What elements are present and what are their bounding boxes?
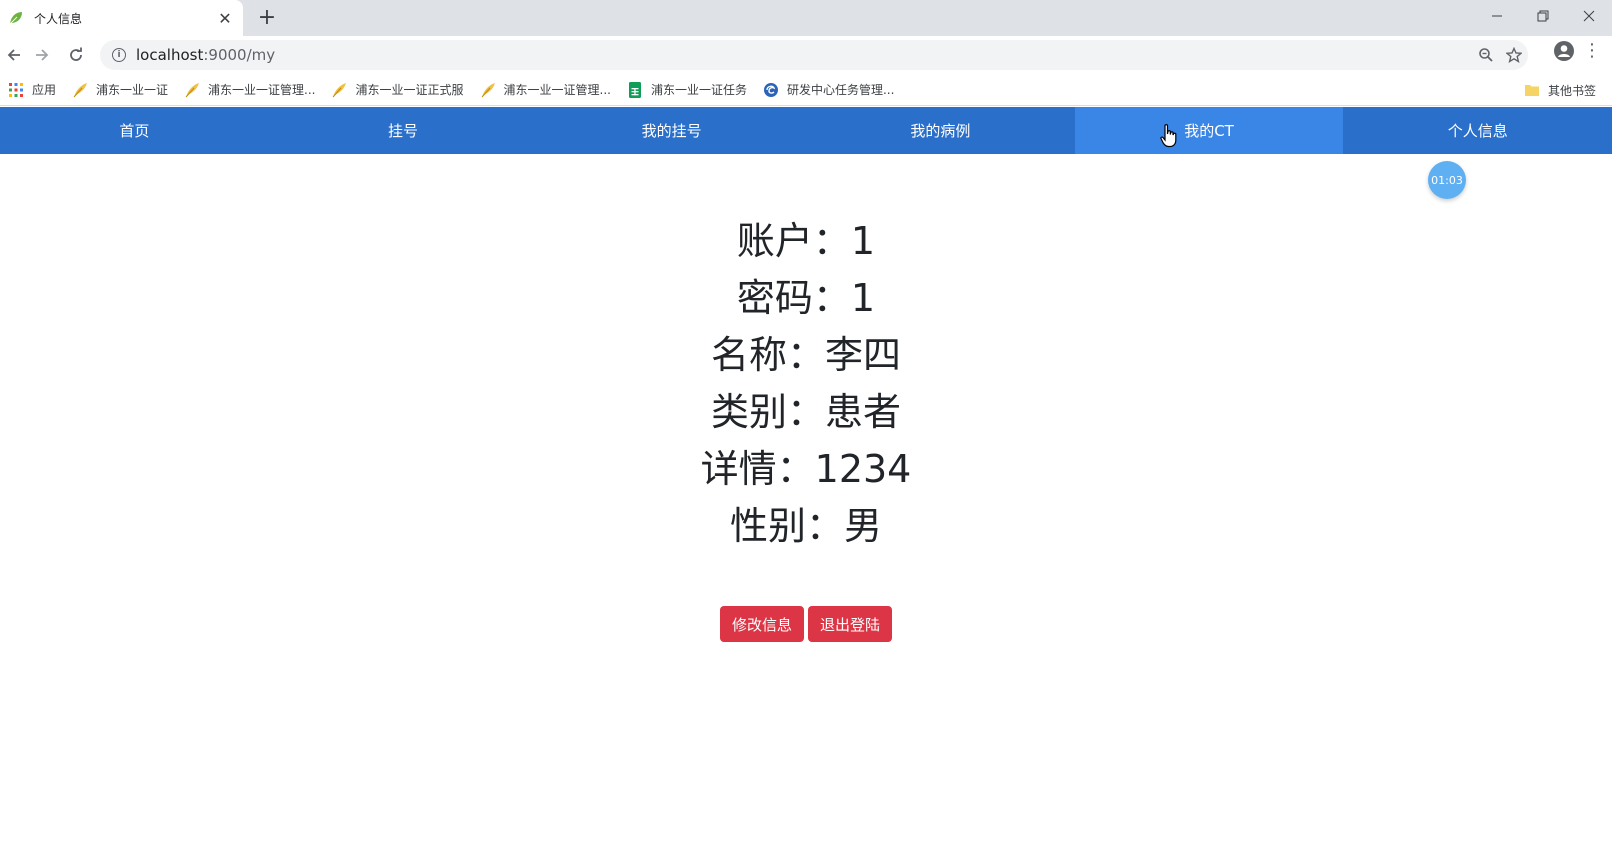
feather-icon [480,82,496,98]
password-value: 1 [850,276,876,320]
bookmark-label: 研发中心任务管理... [786,83,895,97]
browser-toolbar: i localhost:9000/my ⋮ [0,36,1612,74]
window-close-icon[interactable] [1566,0,1612,32]
sheet-icon [627,81,643,98]
feather-icon [72,82,88,98]
bookmarks-bar: 应用 浦东一业一证 浦东一业一证管理... 浦东一业一证正式服 浦东一业一证管理… [0,74,1612,106]
type-row: 类别：患者 [0,384,1612,441]
window-controls [1474,0,1612,32]
info-icon[interactable]: i [112,48,126,62]
toolbar-right: ⋮ [1554,40,1604,61]
other-bookmarks-label: 其他书签 [1547,83,1596,98]
restore-icon[interactable] [1520,0,1566,32]
detail-value: 1234 [814,447,912,491]
new-tab-button[interactable]: + [255,6,279,30]
detail-label: 详情： [700,447,815,491]
bookmark-label: 应用 [32,83,57,97]
type-label: 类别： [710,390,825,434]
bookmark-apps[interactable]: 应用 [0,76,64,104]
name-label: 名称： [710,333,825,377]
password-row: 密码：1 [0,270,1612,327]
other-bookmarks[interactable]: 其他书签 [1516,76,1604,104]
bookmark-label: 浦东一业一证 [96,83,169,97]
bookmark-label: 浦东一业一证管理... [503,83,611,97]
main-navbar: 首页 挂号 我的挂号 我的病例 我的CT 个人信息 [0,107,1612,154]
kebab-menu-icon[interactable]: ⋮ [1580,40,1604,61]
tab-title: 个人信息 [34,11,83,26]
nav-home[interactable]: 首页 [0,107,269,154]
globe-icon [763,82,779,98]
timer-badge: 01:03 [1428,161,1466,199]
password-label: 密码： [736,276,851,320]
bookmark-item[interactable]: 浦东一业一证管理... [176,76,323,104]
name-value: 李四 [825,333,902,377]
profile-avatar-icon[interactable] [1554,40,1574,61]
nav-register[interactable]: 挂号 [269,107,538,154]
nav-my-registrations[interactable]: 我的挂号 [537,107,806,154]
name-row: 名称：李四 [0,327,1612,384]
gender-value: 男 [844,504,883,548]
account-value: 1 [850,219,876,263]
leaf-icon [8,10,24,26]
bookmark-item[interactable]: 浦东一业一证管理... [472,76,619,104]
profile-actions: 修改信息 退出登陆 [0,606,1612,642]
gender-row: 性别：男 [0,498,1612,555]
detail-row: 详情：1234 [0,441,1612,498]
browser-tab-strip: 个人信息 ✕ + [0,0,1612,36]
bookmark-label: 浦东一业一证任务 [650,83,747,97]
bookmark-item[interactable]: 研发中心任务管理... [755,76,902,104]
bookmark-star-icon[interactable] [1500,41,1528,69]
minimize-icon[interactable] [1474,0,1520,32]
feather-icon [184,82,200,98]
address-bar[interactable]: i localhost:9000/my [100,40,1528,70]
account-label: 账户： [736,219,851,263]
bookmark-item[interactable]: 浦东一业一证 [64,76,176,104]
bookmark-item[interactable]: 浦东一业一证正式服 [323,76,471,104]
feather-icon [331,82,347,98]
reload-icon[interactable] [62,41,90,69]
edit-info-button[interactable]: 修改信息 [719,606,804,642]
nav-my-records[interactable]: 我的病例 [806,107,1075,154]
forward-arrow-icon[interactable] [28,41,56,69]
bookmark-label: 浦东一业一证正式服 [355,83,464,97]
zoom-icon[interactable] [1472,41,1500,69]
hand-pointer-icon [1160,124,1178,148]
nav-my-ct[interactable]: 我的CT [1074,107,1344,154]
bookmark-item[interactable]: 浦东一业一证任务 [619,76,755,104]
url-text: localhost:9000/my [136,46,1472,64]
apps-grid-icon [8,82,24,98]
folder-icon [1524,82,1540,98]
back-arrow-icon[interactable] [0,41,28,69]
logout-button[interactable]: 退出登陆 [808,606,893,642]
bookmark-label: 浦东一业一证管理... [208,83,316,97]
account-row: 账户：1 [0,213,1612,270]
url-path: :9000/my [203,46,276,64]
profile-info: 账户：1 密码：1 名称：李四 类别：患者 详情：1234 性别：男 [0,213,1612,555]
close-icon[interactable]: ✕ [215,8,235,28]
gender-label: 性别： [729,504,844,548]
url-host: localhost [136,46,204,64]
nav-profile[interactable]: 个人信息 [1343,107,1612,154]
type-value: 患者 [825,390,902,434]
browser-tab[interactable]: 个人信息 ✕ [0,0,243,36]
